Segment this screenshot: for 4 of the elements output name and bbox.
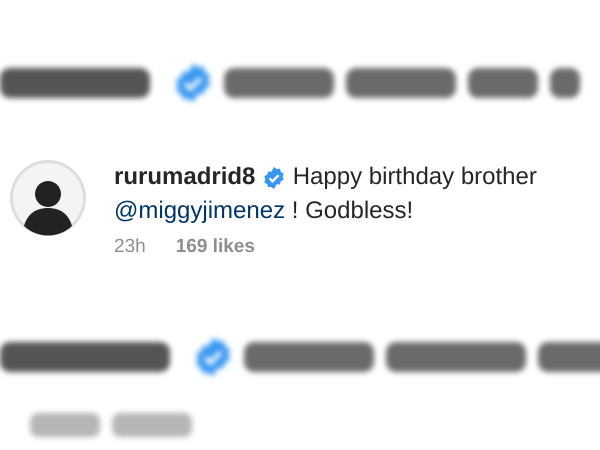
comment-time: 23h — [114, 236, 146, 258]
comment-text: rurumadrid8 Happy birthday brother @miggyjimenez ! Godbless! — [114, 162, 538, 226]
mention-link[interactable]: @miggyjimenez — [114, 197, 286, 224]
avatar[interactable] — [10, 160, 86, 236]
